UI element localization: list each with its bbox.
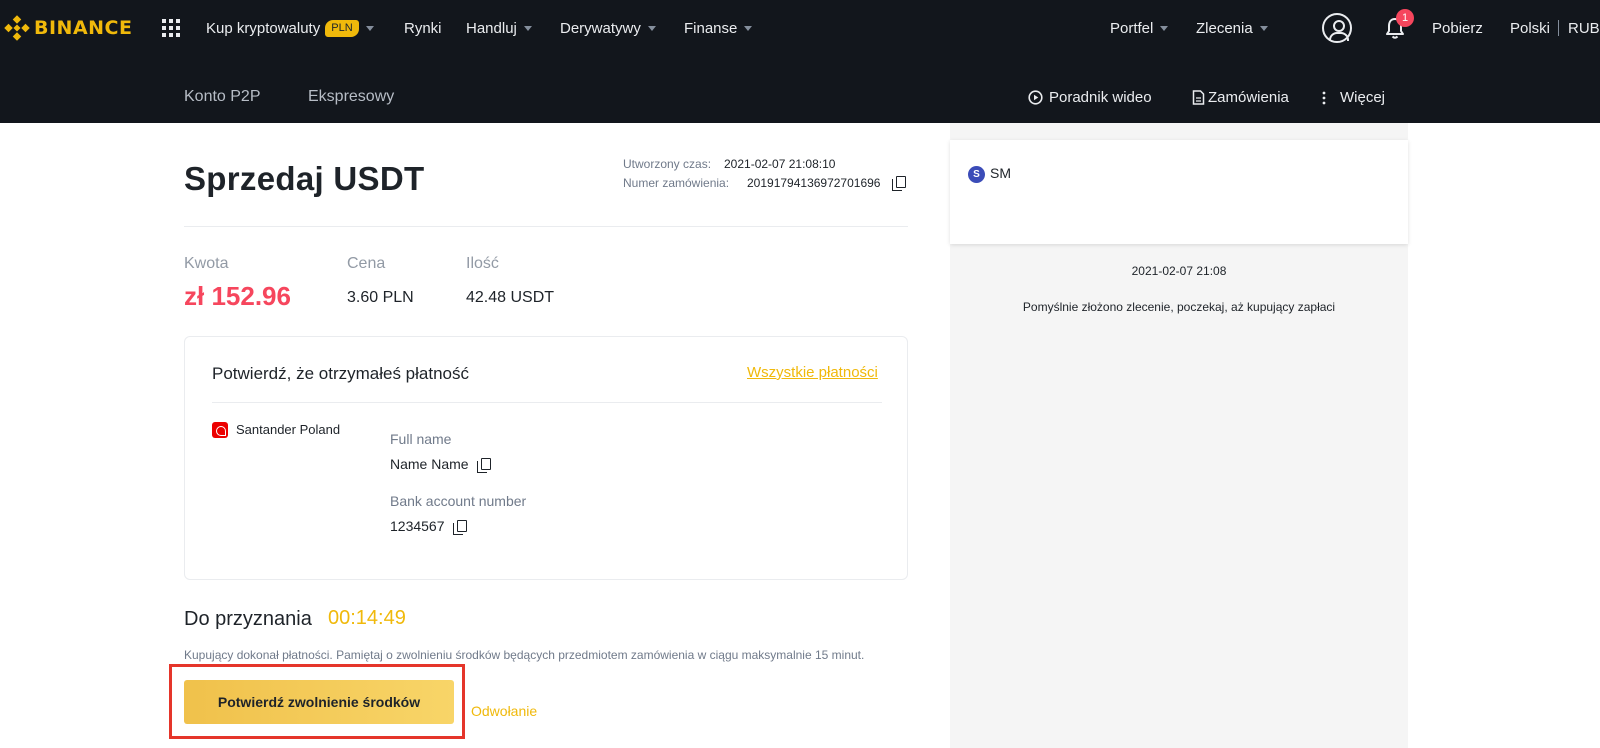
chevron-down-icon: [365, 26, 374, 31]
confirm-release-button[interactable]: Potwierdź zwolnienie środków: [184, 680, 454, 724]
copy-icon[interactable]: [452, 520, 467, 535]
orders-label: Zamówienia: [1208, 89, 1289, 106]
price-label: Cena: [347, 255, 386, 272]
divider: [184, 226, 908, 227]
appeal-link[interactable]: Odwołanie: [471, 703, 537, 719]
chat-timestamp: 2021-02-07 21:08: [1131, 264, 1227, 278]
binance-logo-icon: [4, 15, 30, 41]
more-button[interactable]: Więcej: [1322, 89, 1385, 106]
nav-divider: [1558, 20, 1559, 36]
chevron-down-icon: [647, 26, 656, 31]
copy-icon[interactable]: [476, 458, 491, 473]
created-time-value: 2021-02-07 21:08:10: [724, 157, 836, 171]
chevron-down-icon: [1259, 26, 1268, 31]
nav-currency-label: RUB: [1568, 19, 1600, 37]
copy-icon[interactable]: [892, 176, 906, 191]
release-label: Do przyznania: [184, 608, 312, 630]
price-value: 3.60 PLN: [347, 289, 414, 306]
video-guide-label: Poradnik wideo: [1049, 89, 1152, 106]
apps-grid-icon[interactable]: [162, 19, 180, 37]
bank-account-label: Bank account number: [390, 493, 527, 509]
nav-markets[interactable]: Rynki: [404, 18, 442, 38]
created-time-label: Utworzony czas:: [623, 157, 712, 171]
nav-orders[interactable]: Zlecenia: [1196, 18, 1268, 38]
play-circle-icon: [1028, 90, 1043, 105]
bank-account-value: 1234567: [390, 518, 467, 535]
full-name-text: Name Name: [390, 456, 469, 472]
logo-text: BINANCE: [34, 17, 133, 39]
chat-header: [950, 140, 1408, 244]
document-icon: [1192, 90, 1205, 105]
avatar: S: [968, 166, 985, 183]
nav-finance-label: Finanse: [684, 19, 738, 37]
orders-button[interactable]: Zamówienia: [1192, 89, 1289, 106]
payment-card-title: Potwierdź, że otrzymałeś płatność: [212, 364, 469, 383]
quantity-label: Ilość: [466, 255, 499, 272]
payment-divider: [212, 402, 882, 403]
more-label: Więcej: [1340, 89, 1386, 106]
user-account-icon[interactable]: [1322, 13, 1352, 43]
nav-download[interactable]: Pobierz: [1432, 18, 1483, 38]
quantity-value: 42.48 USDT: [466, 289, 555, 306]
chevron-down-icon: [744, 26, 753, 31]
bank-account-text: 1234567: [390, 518, 445, 534]
notification-count-badge: 1: [1396, 9, 1414, 27]
page-title: Sprzedaj USDT: [184, 160, 425, 197]
nav-currency[interactable]: RUB: [1568, 18, 1600, 38]
chat-system-message: Pomyślnie złożono zlecenie, poczekaj, aż…: [1022, 300, 1336, 314]
chat-counterparty-name: SM: [990, 165, 1011, 181]
tab-p2p-account[interactable]: Konto P2P: [184, 88, 261, 106]
nav-language-label: Polski: [1510, 19, 1551, 37]
all-payments-link[interactable]: Wszystkie płatności: [747, 364, 878, 381]
full-name-value: Name Name: [390, 456, 491, 473]
order-number-label: Numer zamówienia:: [623, 176, 730, 190]
amount-value: zł 152.96: [184, 281, 291, 311]
nav-portfolio[interactable]: Portfel: [1110, 18, 1169, 38]
nav-buy-crypto[interactable]: Kup kryptowaluty PLN: [206, 18, 374, 38]
nav-trade-label: Handluj: [466, 19, 517, 37]
full-name-label: Full name: [390, 431, 452, 447]
nav-markets-label: Rynki: [404, 19, 442, 37]
video-guide-button[interactable]: Poradnik wideo: [1028, 89, 1152, 106]
tab-express[interactable]: Ekspresowy: [308, 88, 394, 106]
currency-badge: PLN: [325, 19, 359, 37]
nav-download-label: Pobierz: [1432, 19, 1483, 37]
nav-finance[interactable]: Finanse: [684, 18, 753, 38]
order-number-value: 20191794136972701696: [747, 176, 881, 190]
bank-method-item[interactable]: Santander Poland: [236, 422, 340, 437]
chevron-down-icon: [523, 26, 532, 31]
countdown-timer: 00:14:49: [328, 607, 406, 629]
chevron-down-icon: [1160, 26, 1169, 31]
nav-buy-crypto-label: Kup kryptowaluty: [206, 19, 321, 37]
more-vertical-icon: [1322, 91, 1326, 105]
nav-derivatives[interactable]: Derywatywy: [560, 18, 656, 38]
nav-orders-label: Zlecenia: [1196, 19, 1253, 37]
santander-logo-icon: [212, 422, 228, 438]
nav-trade[interactable]: Handluj: [466, 18, 532, 38]
nav-language[interactable]: Polski: [1510, 18, 1550, 38]
amount-label: Kwota: [184, 255, 229, 272]
binance-logo[interactable]: BINANCE: [4, 14, 132, 42]
nav-portfolio-label: Portfel: [1110, 19, 1154, 37]
nav-derivatives-label: Derywatywy: [560, 19, 641, 37]
